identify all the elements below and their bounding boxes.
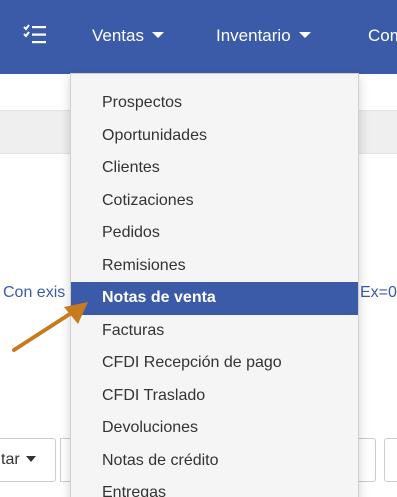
menu-item-prospectos[interactable]: Prospectos	[71, 87, 358, 120]
menu-item-pedidos[interactable]: Pedidos	[71, 217, 358, 250]
checklist-menu-icon[interactable]	[22, 24, 48, 46]
nav-com-label: Com	[368, 26, 397, 45]
nav-ventas-label: Ventas	[92, 26, 144, 45]
menu-item-cotizaciones[interactable]: Cotizaciones	[71, 185, 358, 218]
filter-link-right[interactable]: Ex=0	[360, 284, 397, 302]
nav-inventario[interactable]: Inventario	[216, 25, 311, 47]
filter-link-left[interactable]: Con exis	[3, 284, 65, 302]
nav-inventario-label: Inventario	[216, 26, 291, 45]
chevron-down-icon	[152, 31, 164, 38]
menu-item-cfdi-recepcion-de-pago[interactable]: CFDI Recepción de pago	[71, 347, 358, 380]
action-dropdown-button[interactable]: tar	[0, 438, 56, 482]
dropdown-list: Prospectos Oportunidades Clientes Cotiza…	[71, 74, 358, 497]
menu-item-notas-de-venta[interactable]: Notas de venta	[71, 282, 358, 315]
action-button-label: tar	[1, 451, 20, 468]
ventas-dropdown-menu: Prospectos Oportunidades Clientes Cotiza…	[70, 73, 359, 497]
menu-item-facturas[interactable]: Facturas	[71, 315, 358, 348]
menu-item-remisiones[interactable]: Remisiones	[71, 250, 358, 283]
chevron-down-icon	[25, 455, 36, 462]
menu-item-oportunidades[interactable]: Oportunidades	[71, 120, 358, 153]
nav-ventas[interactable]: Ventas	[92, 25, 164, 47]
menu-item-entregas[interactable]: Entregas	[71, 477, 358, 497]
nav-com[interactable]: Com	[368, 25, 397, 47]
top-navbar: Ventas Inventario Com	[0, 0, 397, 74]
toolbar-button[interactable]	[356, 438, 376, 482]
menu-item-devoluciones[interactable]: Devoluciones	[71, 412, 358, 445]
chevron-down-icon	[298, 31, 311, 38]
toolbar-button[interactable]	[384, 438, 397, 482]
menu-item-notas-de-credito[interactable]: Notas de crédito	[71, 445, 358, 478]
menu-item-cfdi-traslado[interactable]: CFDI Traslado	[71, 380, 358, 413]
menu-item-clientes[interactable]: Clientes	[71, 152, 358, 185]
